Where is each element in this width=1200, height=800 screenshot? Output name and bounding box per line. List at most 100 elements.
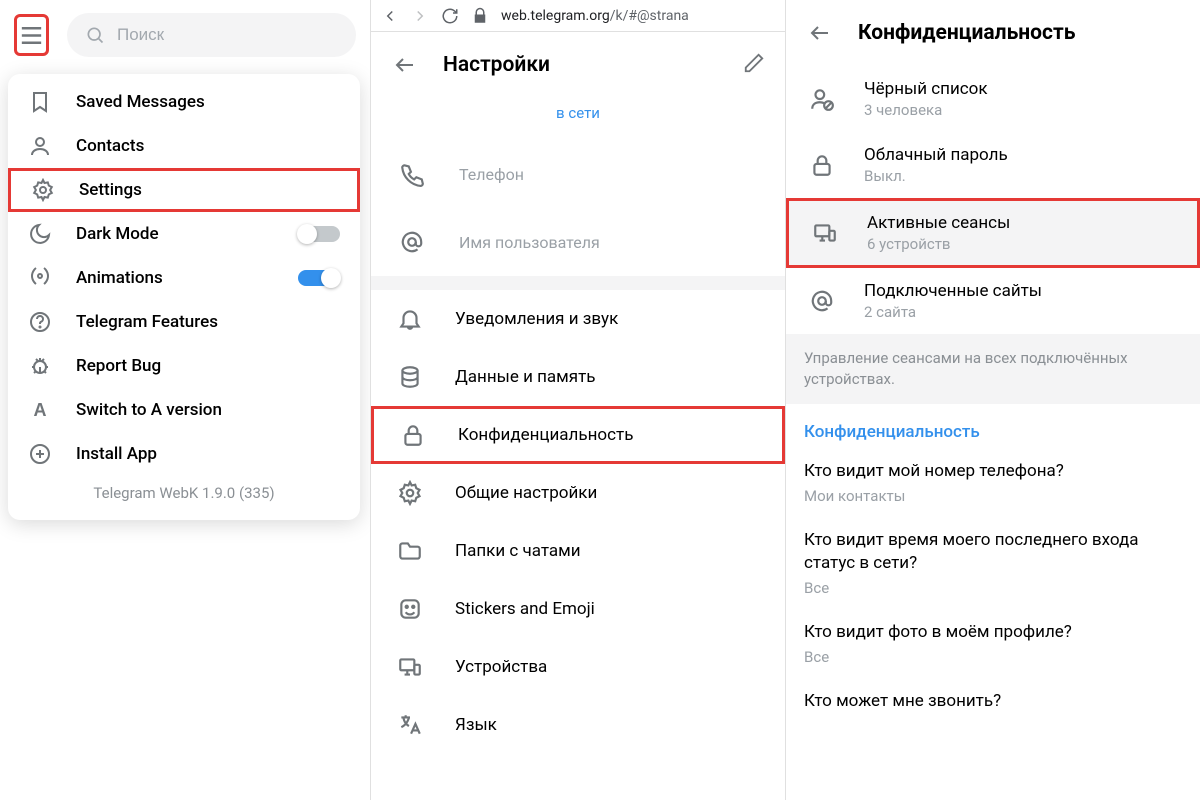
field-label: Телефон: [459, 165, 524, 184]
search-icon: [85, 25, 105, 45]
menu-item-label: Dark Mode: [76, 224, 159, 244]
menu-item-bug[interactable]: Report Bug: [8, 344, 360, 388]
menu-item-anim[interactable]: Animations: [8, 256, 360, 300]
gear-icon: [31, 178, 55, 202]
setting-lang[interactable]: Язык: [371, 696, 785, 754]
privacy-title: Конфиденциальность: [858, 21, 1075, 45]
setting-label: Папки с чатами: [455, 541, 581, 561]
lock-icon: [471, 7, 489, 25]
version-text: Telegram WebK 1.9.0 (335): [8, 476, 360, 514]
menu-item-bookmark[interactable]: Saved Messages: [8, 80, 360, 124]
priv-question-label: Кто видит мой номер телефона?: [804, 460, 1182, 483]
field-phone[interactable]: Телефон: [371, 140, 785, 208]
priv-item-devices[interactable]: Активные сеансы 6 устройств: [786, 198, 1200, 268]
settings-header: Настройки: [371, 32, 785, 98]
setting-label: Stickers and Emoji: [455, 599, 595, 619]
divider: [371, 276, 785, 290]
settings-title: Настройки: [443, 53, 550, 77]
priv-question-value: Все: [804, 648, 1182, 666]
priv-item-lock[interactable]: Облачный пароль Выкл.: [786, 132, 1200, 198]
priv-item-blocklist[interactable]: Чёрный список 3 человека: [786, 66, 1200, 132]
lock-icon: [808, 151, 836, 179]
lang-icon: [397, 712, 423, 738]
setting-label: Конфиденциальность: [458, 425, 633, 445]
main-menu-dropdown: Saved Messages Contacts Settings Dark Mo…: [8, 74, 360, 520]
priv-question[interactable]: Кто видит мой номер телефона? Мои контак…: [786, 450, 1200, 519]
menu-item-moon[interactable]: Dark Mode: [8, 212, 360, 256]
menu-item-label: Switch to A version: [76, 400, 222, 420]
priv-sub: Выкл.: [864, 167, 1008, 185]
setting-folder[interactable]: Папки с чатами: [371, 522, 785, 580]
folder-icon: [397, 538, 423, 564]
data-icon: [397, 364, 423, 390]
priv-question[interactable]: Кто может мне звонить?: [786, 680, 1200, 727]
search-input[interactable]: [117, 25, 338, 45]
arrow-left-icon: [808, 21, 832, 45]
setting-lock[interactable]: Конфиденциальность: [371, 406, 785, 464]
search-input-wrap[interactable]: [67, 13, 356, 57]
priv-question-label: Кто видит фото в моём профиле?: [804, 621, 1182, 644]
hamburger-icon: [17, 21, 46, 50]
person-icon: [28, 134, 52, 158]
devices-icon: [811, 219, 839, 247]
toggle-moon[interactable]: [298, 226, 340, 242]
lock-icon: [400, 422, 426, 448]
online-status: в сети: [371, 98, 785, 140]
back-button[interactable]: [391, 51, 419, 79]
field-at[interactable]: Имя пользователя: [371, 208, 785, 276]
setting-devices[interactable]: Устройства: [371, 638, 785, 696]
blocklist-icon: [808, 85, 836, 113]
back-button[interactable]: [806, 19, 834, 47]
sidebar-panel: Saved Messages Contacts Settings Dark Mo…: [0, 0, 370, 800]
devices-icon: [397, 654, 423, 680]
arrow-left-icon: [393, 53, 417, 77]
field-label: Имя пользователя: [459, 233, 600, 252]
menu-item-label: Install App: [76, 444, 157, 464]
menu-item-help[interactable]: Telegram Features: [8, 300, 360, 344]
setting-bell[interactable]: Уведомления и звук: [371, 290, 785, 348]
priv-question[interactable]: Кто видит время моего последнего входа с…: [786, 519, 1200, 611]
svg-text:A: A: [34, 400, 47, 420]
setting-label: Уведомления и звук: [455, 309, 618, 329]
gear-icon: [397, 480, 423, 506]
priv-sub: 2 сайта: [864, 303, 1042, 321]
privacy-panel: Конфиденциальность Чёрный список 3 челов…: [785, 0, 1200, 800]
letterA-icon: A: [28, 398, 52, 422]
menu-item-letterA[interactable]: A Switch to A version: [8, 388, 360, 432]
reload-icon[interactable]: [441, 7, 459, 25]
bell-icon: [397, 306, 423, 332]
privacy-header: Конфиденциальность: [786, 0, 1200, 66]
menu-item-gear[interactable]: Settings: [8, 168, 360, 212]
setting-data[interactable]: Данные и память: [371, 348, 785, 406]
priv-question-value: Мои контакты: [804, 487, 1182, 505]
edit-button[interactable]: [743, 52, 765, 78]
nav-forward-icon[interactable]: [411, 7, 429, 25]
menu-item-label: Animations: [76, 268, 163, 288]
hamburger-menu-button[interactable]: [14, 14, 49, 56]
url-bar[interactable]: web.telegram.org/k/#@strana: [501, 8, 689, 24]
nav-back-icon[interactable]: [381, 7, 399, 25]
anim-icon: [28, 266, 52, 290]
help-icon: [28, 310, 52, 334]
priv-sub: 6 устройств: [867, 235, 1010, 253]
at-icon: [808, 287, 836, 315]
setting-label: Устройства: [455, 657, 547, 677]
menu-item-person[interactable]: Contacts: [8, 124, 360, 168]
menu-item-plus[interactable]: Install App: [8, 432, 360, 476]
bookmark-icon: [28, 90, 52, 114]
browser-bar: web.telegram.org/k/#@strana: [371, 0, 785, 32]
toggle-anim[interactable]: [298, 270, 340, 286]
priv-item-at[interactable]: Подключенные сайты 2 сайта: [786, 268, 1200, 334]
setting-label: Общие настройки: [455, 483, 597, 503]
priv-question-value: Все: [804, 579, 1182, 597]
pencil-icon: [743, 52, 765, 74]
menu-item-label: Contacts: [76, 136, 144, 156]
setting-sticker[interactable]: Stickers and Emoji: [371, 580, 785, 638]
menu-item-label: Report Bug: [76, 356, 161, 376]
setting-label: Данные и память: [455, 367, 596, 387]
sticker-icon: [397, 596, 423, 622]
priv-question[interactable]: Кто видит фото в моём профиле? Все: [786, 611, 1200, 680]
priv-question-label: Кто может мне звонить?: [804, 690, 1182, 713]
priv-question-label: Кто видит время моего последнего входа с…: [804, 529, 1182, 575]
setting-gear[interactable]: Общие настройки: [371, 464, 785, 522]
